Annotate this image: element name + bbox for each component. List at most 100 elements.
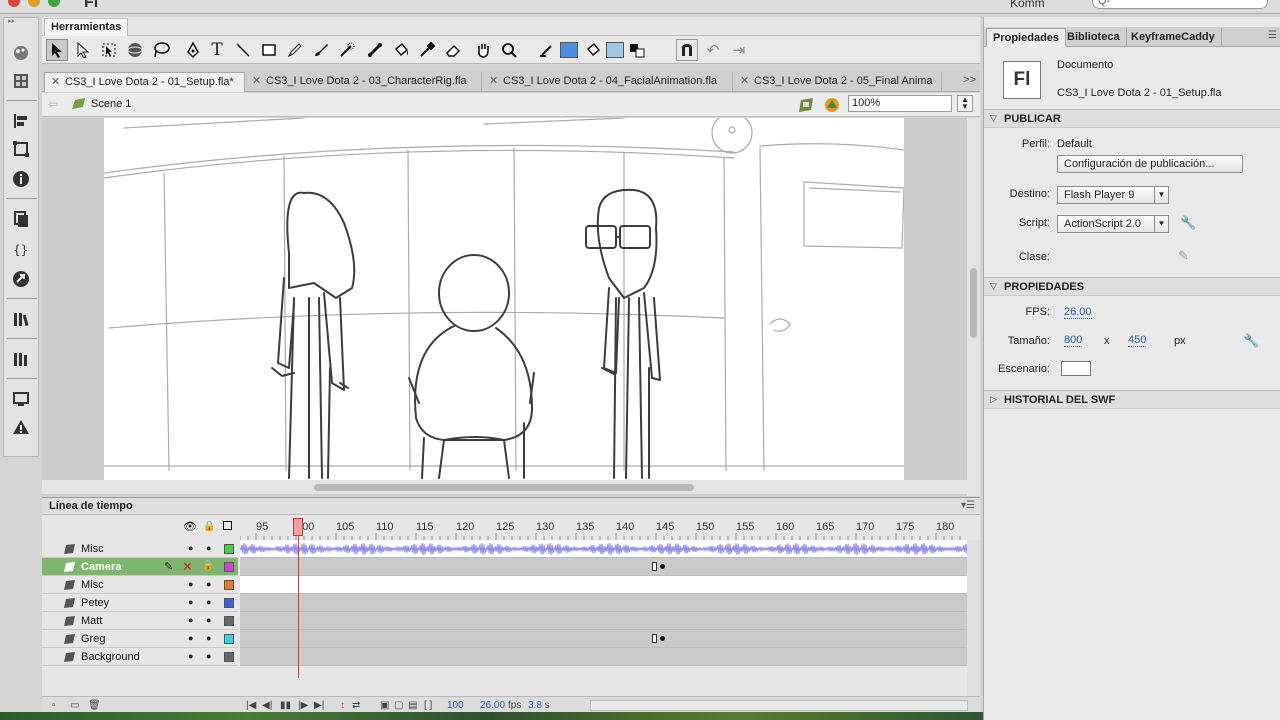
deco-tool-icon[interactable] [336, 39, 358, 61]
swap-colors-icon[interactable] [626, 39, 648, 61]
scroll-thumb[interactable] [314, 484, 694, 491]
close-tab-icon[interactable]: ✕ [51, 75, 60, 88]
pen-tool-icon[interactable] [182, 39, 204, 61]
onion-skin-icon[interactable]: ▣ [380, 700, 389, 711]
subselection-tool-icon[interactable] [72, 39, 94, 61]
script-version-select[interactable]: ActionScript 2.0 ▼ [1057, 215, 1169, 233]
layer-name[interactable]: Background [81, 651, 140, 663]
bone-tool-icon[interactable] [364, 39, 386, 61]
stage-vertical-scrollbar[interactable] [967, 118, 980, 496]
layer-color-swatch[interactable] [224, 544, 234, 554]
frame-row[interactable] [240, 594, 967, 612]
layer-name[interactable]: Matt [81, 615, 102, 627]
eyedropper-tool-icon[interactable] [416, 39, 438, 61]
layer-color-swatch[interactable] [224, 634, 234, 644]
layer-name[interactable]: Petey [81, 597, 109, 609]
brush-tool-icon[interactable] [310, 39, 332, 61]
go-to-first-frame-icon[interactable]: |◀ [246, 700, 256, 711]
keyframe-marker[interactable] [652, 562, 666, 572]
timeline-title[interactable]: Línea de tiempo [49, 500, 133, 512]
modify-markers-icon[interactable]: [ ] [424, 700, 432, 711]
stage-width-value[interactable]: 800 [1064, 334, 1083, 347]
layer-row[interactable]: Background ● ● [42, 648, 238, 666]
output-icon[interactable] [10, 388, 32, 410]
new-folder-icon[interactable]: ▭ [70, 700, 79, 711]
scene-panel-icon[interactable] [10, 208, 32, 230]
workspace-switcher[interactable]: Komm [1010, 0, 1045, 10]
step-back-icon[interactable]: ◀| [262, 700, 272, 711]
visibility-dot-icon[interactable]: ● [188, 579, 193, 589]
frame-row[interactable] [240, 630, 967, 648]
layer-name[interactable]: Greg [81, 633, 105, 645]
close-window-icon[interactable] [8, 0, 20, 7]
hand-tool-icon[interactable] [472, 39, 494, 61]
fps-readout[interactable]: 26.00 [480, 700, 505, 711]
close-tab-icon[interactable]: ✕ [489, 74, 498, 87]
new-layer-icon[interactable]: ▫ [52, 700, 56, 711]
info-icon[interactable] [10, 168, 32, 190]
visibility-dot-icon[interactable]: ● [188, 543, 193, 553]
frame-row[interactable] [239, 540, 968, 558]
more-tabs-icon[interactable]: >> [963, 74, 976, 86]
dock-grip-icon[interactable]: ▸▸ [4, 18, 38, 28]
library-icon[interactable] [10, 308, 32, 330]
lock-dot-icon[interactable]: ● [206, 615, 211, 625]
pencil-tool-icon[interactable] [284, 39, 306, 61]
fill-color-swatch[interactable] [558, 39, 580, 61]
lock-icon[interactable]: 🔒 [203, 521, 215, 532]
lock-dot-icon[interactable]: ● [206, 543, 211, 553]
doc-tab-facialanimation[interactable]: ✕ CS3_I Love Dota 2 - 04_FacialAnimation.… [483, 72, 733, 92]
color-palette-icon[interactable] [10, 42, 32, 64]
section-historial-swf[interactable]: ▷ HISTORIAL DEL SWF [984, 390, 1280, 409]
doc-tab-characterrig[interactable]: ✕ CS3_I Love Dota 2 - 03_CharacterRig.fla [246, 72, 482, 92]
stage-canvas[interactable] [103, 118, 905, 480]
panel-menu-icon[interactable]: ▾☰ [961, 500, 975, 511]
edit-class-pencil-icon[interactable]: ✎ [1178, 248, 1189, 264]
code-snippets-icon[interactable]: {} [10, 238, 32, 260]
delete-layer-icon[interactable]: 🗑 [88, 700, 101, 711]
paint-bucket-tool-icon[interactable] [390, 39, 412, 61]
go-to-last-frame-icon[interactable]: ▶| [314, 700, 324, 711]
zoom-window-icon[interactable] [48, 0, 60, 7]
layer-row[interactable]: Greg ● ● [42, 630, 238, 648]
document-settings-wrench-icon[interactable]: 🔧 [1243, 333, 1259, 349]
frame-row[interactable] [240, 558, 967, 576]
straighten-icon[interactable]: ⇥ [728, 39, 750, 61]
smooth-icon[interactable]: ↶ [702, 39, 724, 61]
pencil-edit-icon[interactable]: ✎ [164, 560, 173, 573]
show-hide-eye-icon[interactable]: 👁 [183, 520, 197, 533]
tab-propiedades[interactable]: Propiedades [986, 28, 1067, 47]
lock-layer-icon[interactable]: 🔒 [202, 560, 214, 571]
layer-name[interactable]: Misc [81, 579, 104, 591]
fill-bucket-icon[interactable] [582, 39, 604, 61]
black-white-icon[interactable] [604, 39, 626, 61]
stage-color-swatch[interactable] [1061, 361, 1091, 376]
lock-dot-icon[interactable]: ● [206, 633, 211, 643]
step-forward-icon[interactable]: |▶ [298, 700, 308, 711]
edit-multiple-frames-icon[interactable]: ▤ [408, 700, 417, 711]
onion-outlines-icon[interactable]: ▢ [394, 700, 403, 711]
lock-dot-icon[interactable]: ● [206, 597, 211, 607]
visibility-dot-icon[interactable]: ● [188, 651, 193, 661]
hide-layer-icon[interactable]: ✕ [182, 559, 193, 575]
scene-breadcrumb[interactable]: Scene 1 [91, 98, 131, 110]
text-tool-icon[interactable]: T [206, 39, 228, 61]
components-icon[interactable] [10, 348, 32, 370]
selection-tool-icon[interactable] [46, 39, 68, 61]
play-icon[interactable]: ▮▮ [280, 700, 291, 711]
3d-rotation-tool-icon[interactable] [124, 39, 146, 61]
zoom-dropdown-icon[interactable]: ▲ ▼ [957, 95, 973, 112]
layer-name[interactable]: Camera [81, 561, 121, 573]
timeline-horizontal-scrollbar[interactable] [590, 700, 968, 711]
visibility-dot-icon[interactable]: ● [188, 633, 193, 643]
lock-dot-icon[interactable]: ● [206, 651, 211, 661]
line-tool-icon[interactable] [232, 39, 254, 61]
close-tab-icon[interactable]: ✕ [740, 74, 749, 87]
tab-biblioteca[interactable]: Biblioteca [1061, 28, 1127, 47]
outline-icon[interactable] [223, 521, 232, 530]
layer-color-swatch[interactable] [224, 598, 234, 608]
snap-to-objects-icon[interactable] [676, 39, 698, 61]
align-icon[interactable] [10, 110, 32, 132]
scroll-thumb[interactable] [970, 268, 977, 338]
lock-dot-icon[interactable]: ● [206, 579, 211, 589]
